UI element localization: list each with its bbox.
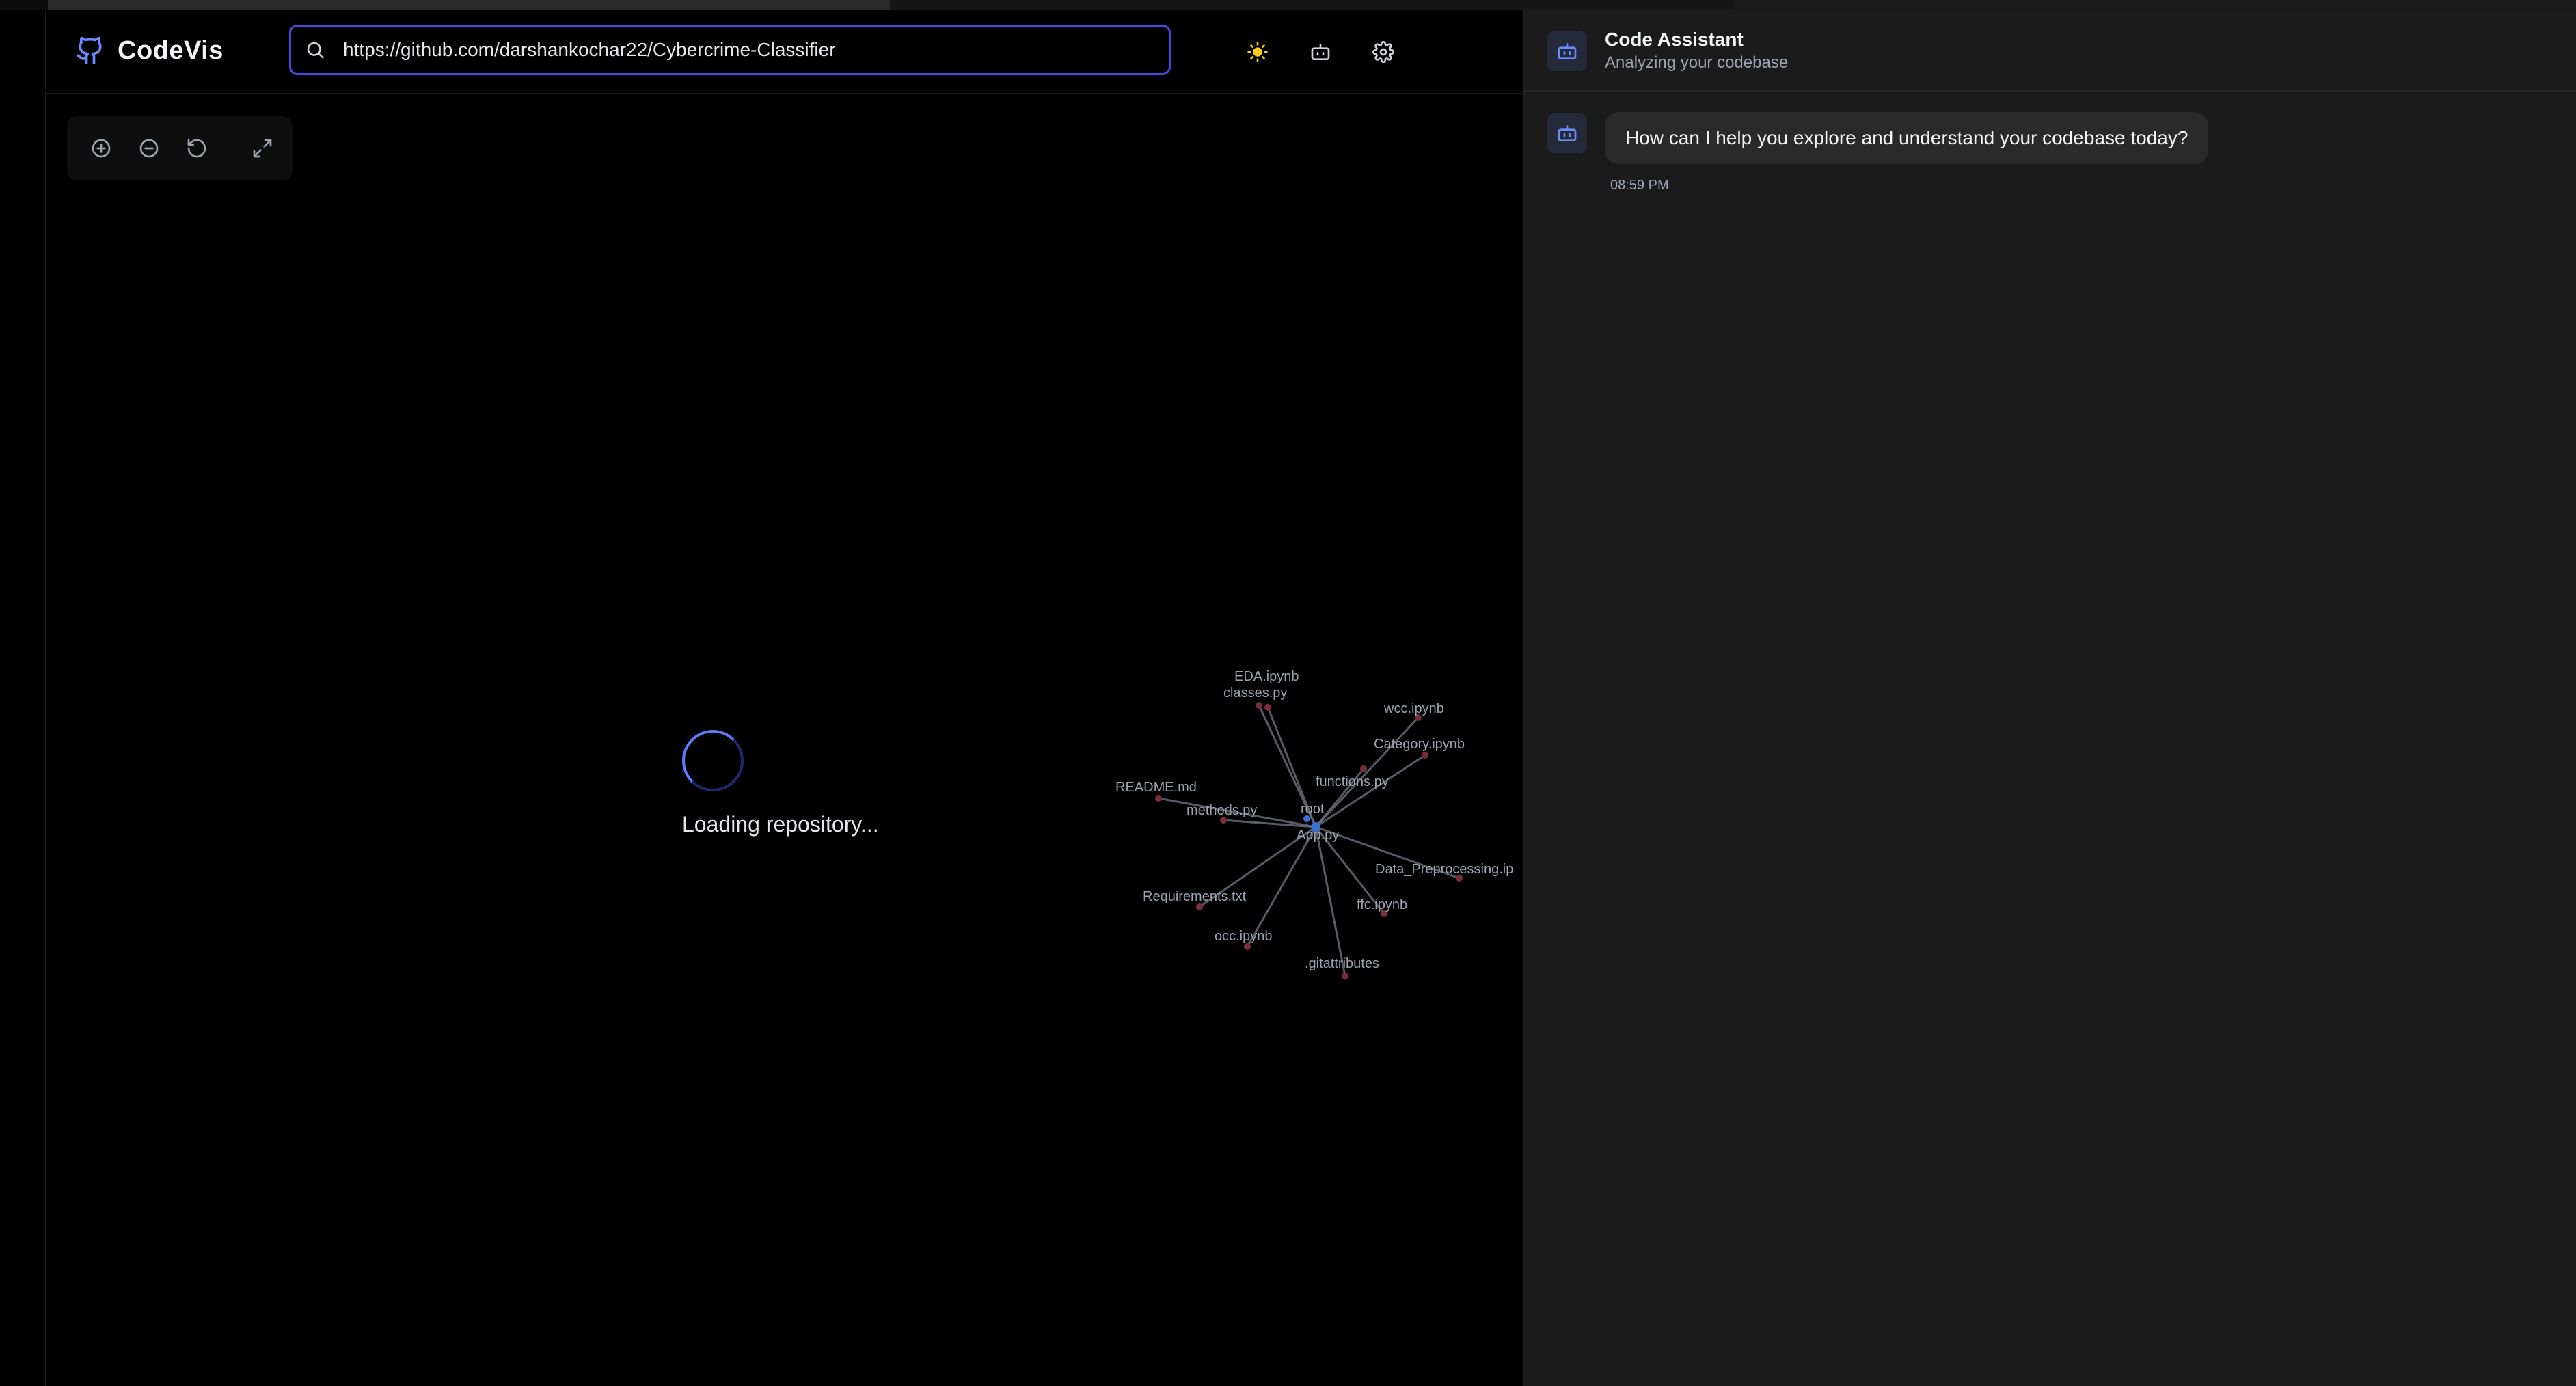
graph-label-root: root	[1301, 802, 1325, 817]
reset-icon	[187, 139, 206, 158]
bot-icon	[1558, 125, 1577, 141]
tab-2[interactable]	[890, 0, 1734, 10]
graph-label: methods.py	[1187, 803, 1257, 818]
tab-1[interactable]	[48, 0, 890, 10]
github-icon	[76, 36, 102, 65]
zoom-out-button[interactable]	[135, 135, 163, 162]
zoom-out-icon	[139, 139, 159, 158]
graph-node[interactable]	[1155, 795, 1162, 802]
fullscreen-button[interactable]	[249, 135, 276, 162]
repo-search-bar[interactable]	[289, 25, 1171, 75]
dependency-graph[interactable]: EDA.ipynb classes.py wcc.ipynb Category.…	[1107, 656, 1524, 984]
graph-node[interactable]	[1360, 765, 1367, 772]
graph-label: README.md	[1115, 780, 1197, 795]
assistant-subtitle: Analyzing your codebase	[1605, 53, 1789, 72]
message-avatar	[1547, 113, 1587, 153]
reset-view-button[interactable]	[183, 135, 211, 162]
assistant-avatar	[1547, 31, 1587, 71]
zoom-in-icon	[92, 139, 111, 158]
left-rail	[0, 10, 46, 1386]
sun-icon	[1247, 42, 1268, 62]
assistant-header: Code Assistant Analyzing your codebase	[1524, 10, 2576, 92]
graph-label: classes.py	[1223, 685, 1287, 701]
graph-node[interactable]	[1264, 704, 1271, 711]
fullscreen-icon	[253, 139, 272, 158]
assistant-message: How can I help you explore and understan…	[1605, 112, 2209, 164]
graph-labels: EDA.ipynb classes.py wcc.ipynb Category.…	[1115, 669, 1513, 971]
gear-icon	[1372, 41, 1394, 63]
theme-toggle-button[interactable]	[1244, 38, 1271, 66]
graph-node[interactable]	[1244, 943, 1251, 950]
app-header: CodeVis	[46, 10, 1523, 94]
graph-label: .gitattributes	[1305, 956, 1379, 971]
assistant-title: Code Assistant	[1605, 29, 1744, 50]
graph-node[interactable]	[1422, 752, 1428, 759]
browser-tab-strip	[0, 0, 2576, 10]
message-timestamp: 08:59 PM	[1610, 178, 1669, 193]
settings-button[interactable]	[1370, 38, 1397, 66]
graph-label: ffc.ipynb	[1357, 897, 1407, 912]
graph-label: functions.py	[1316, 774, 1389, 789]
graph-edge	[1314, 716, 1420, 828]
zoom-in-button[interactable]	[87, 135, 115, 162]
bot-icon	[1311, 43, 1330, 60]
tab-3[interactable]	[1734, 0, 2576, 10]
graph-node[interactable]	[1342, 973, 1348, 979]
assistant-panel: Code Assistant Analyzing your codebase H…	[1523, 10, 2576, 1386]
graph-label: occ.ipynb	[1215, 929, 1273, 944]
graph-edge	[1315, 754, 1426, 828]
brand[interactable]: CodeVis	[75, 36, 223, 66]
bot-icon	[1558, 42, 1577, 59]
search-icon	[307, 42, 324, 59]
graph-node[interactable]	[1196, 903, 1203, 910]
graph-node[interactable]	[1256, 702, 1262, 709]
graph-edge	[1314, 826, 1346, 977]
loading-text: Loading repository...	[682, 812, 879, 837]
graph-label: EDA.ipynb	[1234, 669, 1299, 684]
zoom-controls	[67, 116, 293, 180]
graph-label: Data_Preprocessing.ip	[1375, 862, 1513, 877]
assistant-toggle-button[interactable]	[1307, 38, 1334, 66]
graph-label: Requirements.txt	[1143, 889, 1247, 904]
graph-label: Category.ipynb	[1374, 737, 1465, 752]
graph-label-center: App.py	[1297, 828, 1339, 843]
graph-label: wcc.ipynb	[1383, 701, 1444, 716]
loading-spinner	[682, 730, 744, 791]
app-name: CodeVis	[118, 36, 223, 65]
repo-url-input[interactable]	[342, 38, 1151, 62]
